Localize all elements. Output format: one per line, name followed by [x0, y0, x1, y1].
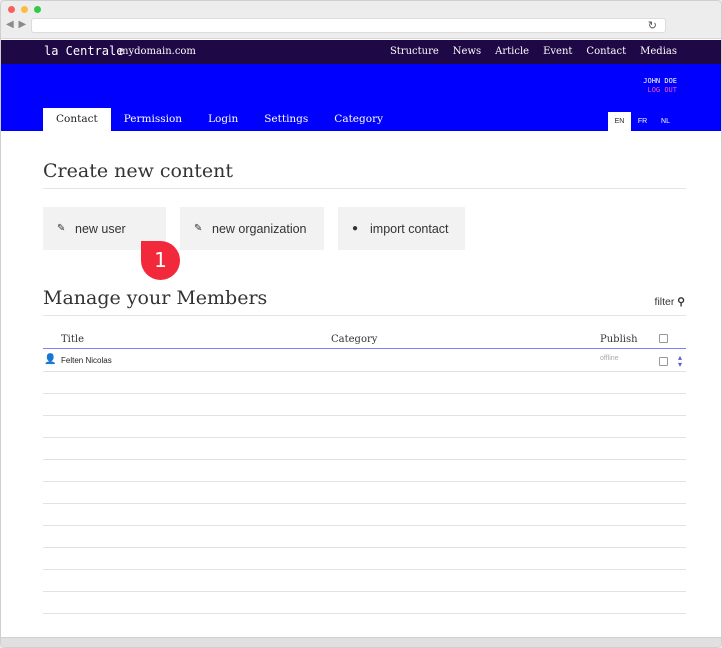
- table-row: [43, 372, 686, 394]
- table-row: [43, 438, 686, 460]
- table-row[interactable]: 👤 Felten Nicolas offline ▴ ▾: [43, 350, 686, 372]
- browser-chrome: ◀ ▶ ↻: [1, 1, 721, 39]
- import-contact-label: import contact: [370, 221, 449, 236]
- import-contact-button[interactable]: ● import contact: [338, 207, 465, 250]
- user-name: JOHN DOE: [643, 77, 677, 85]
- tab-contact[interactable]: Contact: [43, 108, 111, 131]
- reload-icon[interactable]: ↻: [648, 19, 657, 33]
- main-nav: Structure News Article Event Contact Med…: [376, 46, 677, 57]
- table-row: [43, 482, 686, 504]
- close-window-icon[interactable]: [8, 6, 15, 13]
- browser-bottom-bar: [1, 637, 721, 647]
- reorder-handle-icon[interactable]: ▴ ▾: [678, 354, 682, 369]
- maximize-window-icon[interactable]: [34, 6, 41, 13]
- site-logo[interactable]: la Centrale: [44, 44, 123, 58]
- logout-link[interactable]: LOG OUT: [647, 86, 677, 94]
- table-row: [43, 548, 686, 570]
- browser-window: ◀ ▶ ↻ la Centrale mydomain.com Structure…: [0, 0, 722, 648]
- divider: [43, 188, 686, 189]
- back-forward-icon[interactable]: ◀ ▶: [6, 19, 27, 30]
- nav-item-contact[interactable]: Contact: [586, 46, 626, 57]
- address-bar[interactable]: ↻: [31, 18, 666, 33]
- site-domain: mydomain.com: [119, 46, 196, 57]
- filter-button[interactable]: filter ⚲: [655, 296, 685, 308]
- minimize-window-icon[interactable]: [21, 6, 28, 13]
- column-publish[interactable]: Publish: [600, 334, 638, 345]
- tab-permission[interactable]: Permission: [111, 108, 195, 131]
- create-content-heading: Create new content: [43, 160, 233, 182]
- language-switcher: EN FR NL: [608, 112, 677, 131]
- section-header: JOHN DOE LOG OUT Contact Permission Logi…: [1, 64, 721, 131]
- pencil-icon: ✎: [57, 223, 66, 234]
- table-row: [43, 416, 686, 438]
- site-top-bar: la Centrale mydomain.com Structure News …: [1, 40, 721, 64]
- sub-tabs: Contact Permission Login Settings Catego…: [43, 108, 396, 131]
- nav-item-structure[interactable]: Structure: [390, 46, 439, 57]
- user-avatar-icon: 👤: [44, 354, 57, 365]
- tab-login[interactable]: Login: [195, 108, 251, 131]
- table-row: [43, 570, 686, 592]
- nav-item-article[interactable]: Article: [495, 46, 529, 57]
- table-row: [43, 394, 686, 416]
- column-category[interactable]: Category: [331, 334, 377, 345]
- pencil-icon: ✎: [194, 223, 203, 234]
- lang-nl[interactable]: NL: [654, 112, 677, 131]
- column-title[interactable]: Title: [61, 334, 84, 345]
- filter-label: filter: [654, 296, 675, 308]
- nav-item-medias[interactable]: Medias: [640, 46, 677, 57]
- new-organization-button[interactable]: ✎ new organization: [180, 207, 324, 250]
- member-name[interactable]: Felten Nicolas: [61, 356, 112, 365]
- member-status: offline: [600, 355, 619, 362]
- table-row: [43, 526, 686, 548]
- step-badge: 1: [141, 241, 180, 280]
- nav-item-news[interactable]: News: [453, 46, 481, 57]
- row-checkbox[interactable]: [659, 357, 668, 366]
- tab-category[interactable]: Category: [321, 108, 396, 131]
- tab-settings[interactable]: Settings: [251, 108, 321, 131]
- table-row: [43, 504, 686, 526]
- select-all-checkbox[interactable]: [659, 334, 668, 343]
- lang-fr[interactable]: FR: [631, 112, 654, 131]
- download-circle-icon: ●: [352, 223, 359, 234]
- manage-members-heading: Manage your Members: [43, 287, 268, 309]
- table-row: [43, 592, 686, 614]
- nav-item-event[interactable]: Event: [543, 46, 572, 57]
- new-organization-label: new organization: [212, 221, 307, 236]
- table-header: Title Category Publish: [43, 332, 686, 349]
- table-row: [43, 460, 686, 482]
- search-icon: ⚲: [677, 296, 685, 308]
- new-user-label: new user: [75, 221, 126, 236]
- lang-en[interactable]: EN: [608, 112, 631, 131]
- divider: [43, 315, 686, 316]
